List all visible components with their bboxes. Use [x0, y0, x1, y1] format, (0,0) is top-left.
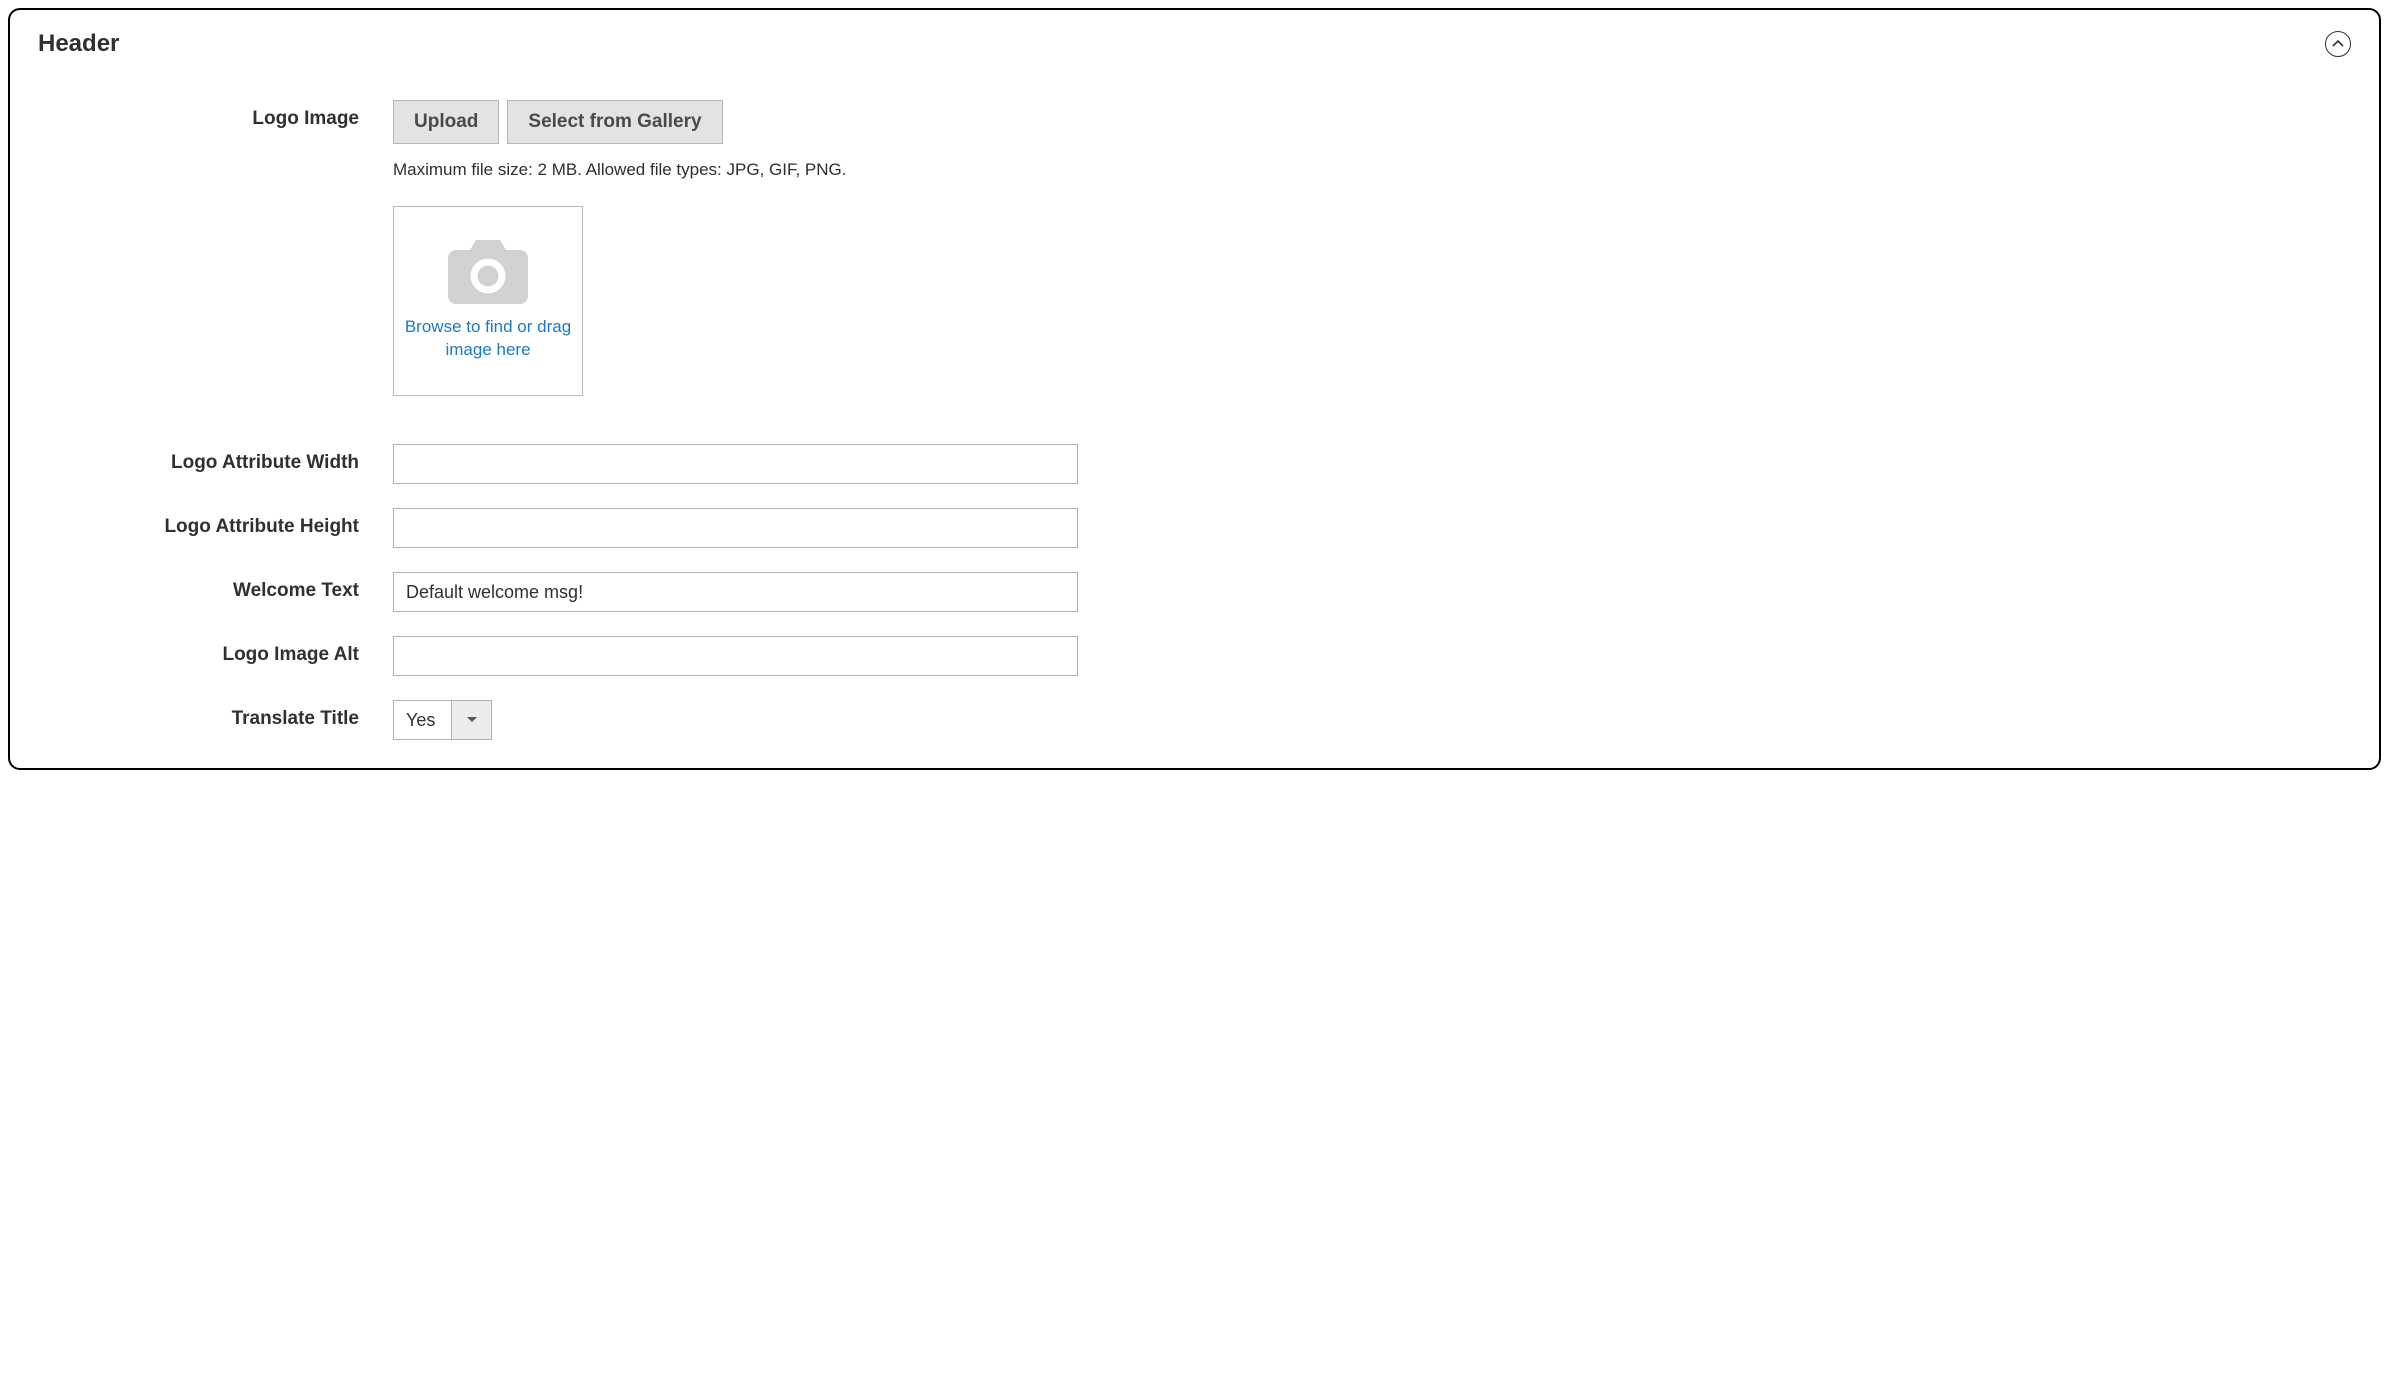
logo-button-row: Upload Select from Gallery: [393, 100, 846, 144]
camera-icon: [448, 240, 528, 304]
image-upload-dropzone[interactable]: Browse to find or drag image here: [393, 206, 583, 396]
select-caret: [451, 701, 491, 739]
label-logo-image: Logo Image: [38, 100, 393, 130]
field-row-logo-image: Logo Image Upload Select from Gallery Ma…: [38, 100, 2351, 396]
input-logo-attr-width[interactable]: [393, 444, 1078, 484]
input-logo-image-alt[interactable]: [393, 636, 1078, 676]
field-row-logo-attr-height: Logo Attribute Height: [38, 508, 2351, 548]
field-row-logo-image-alt: Logo Image Alt: [38, 636, 2351, 676]
select-from-gallery-button[interactable]: Select from Gallery: [507, 100, 722, 144]
input-logo-attr-height[interactable]: [393, 508, 1078, 548]
logo-image-help-text: Maximum file size: 2 MB. Allowed file ty…: [393, 160, 846, 180]
label-translate-title: Translate Title: [38, 700, 393, 730]
select-translate-title[interactable]: Yes: [393, 700, 492, 740]
header-section-panel: Header Logo Image Upload Select from Gal…: [8, 8, 2381, 770]
field-row-welcome-text: Welcome Text: [38, 572, 2351, 612]
select-translate-title-value: Yes: [394, 701, 451, 739]
panel-header: Header: [38, 30, 2351, 58]
label-logo-attr-width: Logo Attribute Width: [38, 444, 393, 474]
label-welcome-text: Welcome Text: [38, 572, 393, 602]
field-row-logo-attr-width: Logo Attribute Width: [38, 444, 2351, 484]
field-logo-image: Upload Select from Gallery Maximum file …: [393, 100, 846, 396]
input-welcome-text[interactable]: [393, 572, 1078, 612]
label-logo-attr-height: Logo Attribute Height: [38, 508, 393, 538]
label-logo-image-alt: Logo Image Alt: [38, 636, 393, 666]
dropzone-hint-text: Browse to find or drag image here: [394, 316, 582, 362]
chevron-up-icon: [2332, 40, 2344, 48]
field-row-translate-title: Translate Title Yes: [38, 700, 2351, 740]
upload-button[interactable]: Upload: [393, 100, 499, 144]
section-title: Header: [38, 30, 119, 58]
chevron-down-icon: [466, 716, 478, 724]
collapse-button[interactable]: [2325, 31, 2351, 57]
